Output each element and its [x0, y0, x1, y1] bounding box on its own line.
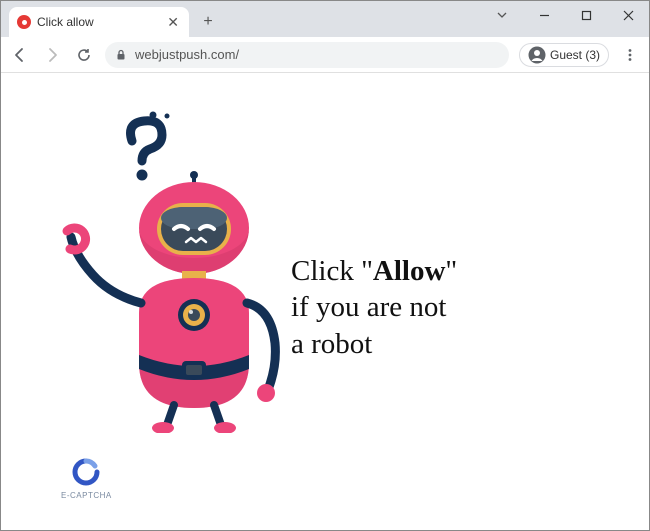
address-bar[interactable]: webjustpush.com/: [105, 42, 509, 68]
captcha-label: E-CAPTCHA: [61, 491, 112, 500]
robot-illustration: [59, 103, 289, 433]
page-content: Click "Allow" if you are not a robot E-C…: [1, 73, 649, 530]
menu-button[interactable]: [619, 48, 641, 62]
captcha-icon: [71, 457, 101, 487]
window-close-button[interactable]: [607, 1, 649, 29]
dropdown-caret-icon[interactable]: [481, 1, 523, 29]
new-tab-button[interactable]: +: [195, 9, 221, 35]
tab-favicon-icon: [17, 15, 31, 29]
msg-line1-pre: Click ": [291, 255, 373, 287]
msg-line2: if you are not: [291, 289, 457, 325]
window-minimize-button[interactable]: [523, 1, 565, 29]
lock-icon: [115, 49, 127, 61]
nav-back-button[interactable]: [9, 44, 31, 66]
profile-button[interactable]: Guest (3): [519, 43, 609, 67]
window-maximize-button[interactable]: [565, 1, 607, 29]
avatar-icon: [528, 46, 546, 64]
tab-close-icon[interactable]: ✕: [165, 14, 181, 31]
nav-forward-button[interactable]: [41, 44, 63, 66]
msg-line1-post: ": [445, 255, 457, 287]
window-controls: [481, 1, 649, 29]
profile-label: Guest (3): [550, 48, 600, 62]
nav-reload-button[interactable]: [73, 44, 95, 66]
address-url: webjustpush.com/: [135, 47, 239, 62]
browser-toolbar: webjustpush.com/ Guest (3): [1, 37, 649, 73]
msg-line3: a robot: [291, 326, 457, 362]
instruction-text: Click "Allow" if you are not a robot: [291, 253, 457, 362]
tab-title: Click allow: [37, 15, 159, 29]
captcha-badge: E-CAPTCHA: [61, 457, 112, 500]
window-titlebar: Click allow ✕ +: [1, 1, 649, 37]
msg-allow-word: Allow: [373, 255, 446, 287]
browser-tab[interactable]: Click allow ✕: [9, 7, 189, 37]
